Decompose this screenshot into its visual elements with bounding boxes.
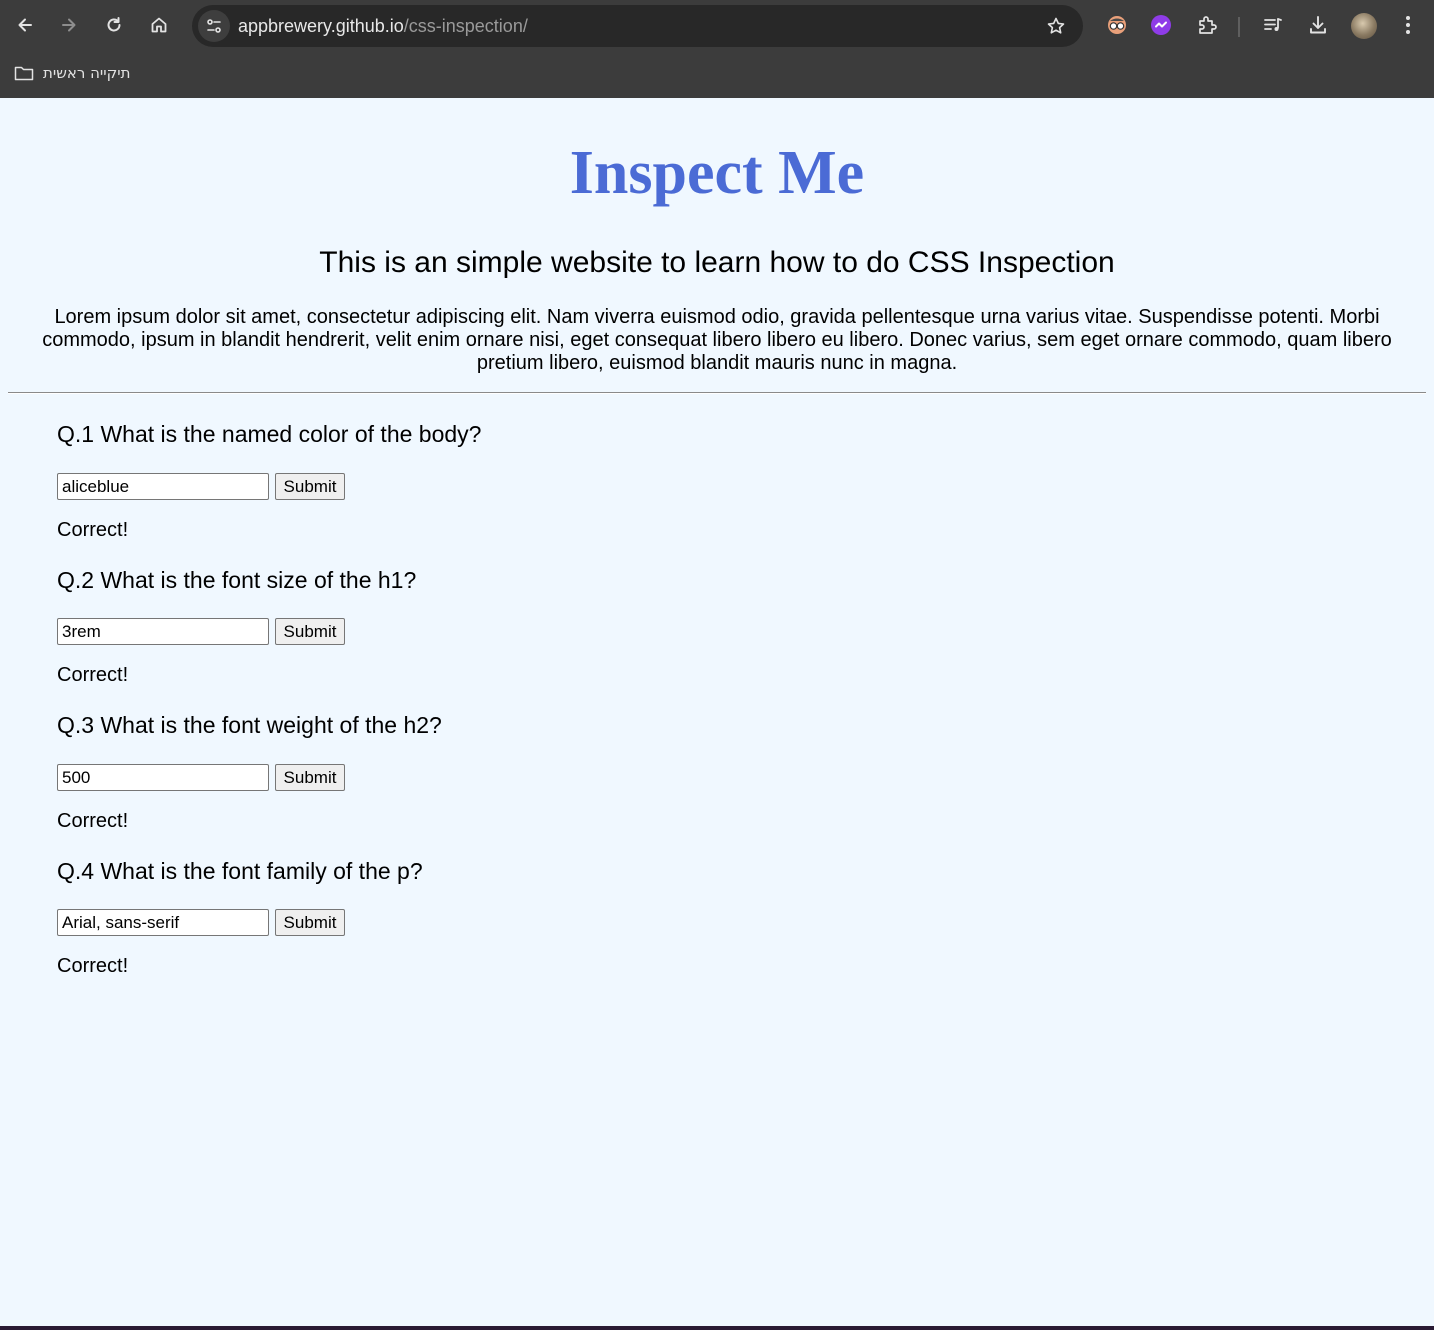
- page-subtitle: This is an simple website to learn how t…: [319, 246, 1115, 279]
- question-1-input[interactable]: [57, 473, 269, 500]
- bookmarks-bar: תיקייה ראשית: [0, 52, 1434, 98]
- question-1-submit-button[interactable]: Submit: [275, 473, 345, 500]
- folder-icon: [14, 66, 34, 81]
- extension-purple-icon[interactable]: [1144, 8, 1178, 42]
- address-bar[interactable]: appbrewery.github.io/css-inspection/: [192, 5, 1083, 47]
- url-path: /css-inspection/: [403, 16, 528, 36]
- page-title: Inspect Me: [569, 139, 865, 207]
- window-bottom-edge: [0, 1326, 1434, 1330]
- site-settings-icon[interactable]: [198, 10, 230, 42]
- question-2-label: Q.2 What is the font size of the h1?: [57, 567, 417, 593]
- question-3-submit-button[interactable]: Submit: [275, 764, 345, 791]
- home-icon[interactable]: [142, 8, 176, 42]
- question-2-result: Correct!: [57, 664, 129, 686]
- intro-paragraph: Lorem ipsum dolor sit amet, consectetur …: [42, 306, 1392, 374]
- download-icon[interactable]: [1301, 8, 1335, 42]
- question-4-result: Correct!: [57, 955, 129, 977]
- browser-toolbar: appbrewery.github.io/css-inspection/: [0, 0, 1434, 52]
- question-4-label: Q.4 What is the font family of the p?: [57, 858, 423, 884]
- question-1-result: Correct!: [57, 519, 129, 541]
- question-4-input[interactable]: [57, 909, 269, 936]
- question-1-label: Q.1 What is the named color of the body?: [57, 421, 482, 447]
- question-2-submit-button[interactable]: Submit: [275, 618, 345, 645]
- page-body: Inspect Me This is an simple website to …: [0, 98, 1434, 1326]
- url-host: appbrewery.github.io: [238, 16, 404, 36]
- reload-icon[interactable]: [97, 8, 131, 42]
- profile-avatar[interactable]: [1351, 13, 1377, 39]
- bookmark-folder[interactable]: תיקייה ראשית: [14, 62, 130, 84]
- back-icon[interactable]: [8, 8, 42, 42]
- question-3-result: Correct!: [57, 810, 129, 832]
- url-text[interactable]: appbrewery.github.io/css-inspection/: [238, 16, 528, 37]
- extension-glasses-icon[interactable]: [1100, 8, 1134, 42]
- star-icon[interactable]: [1045, 15, 1067, 37]
- browser-chrome: appbrewery.github.io/css-inspection/ תיק…: [0, 0, 1434, 98]
- question-2-input[interactable]: [57, 618, 269, 645]
- bookmark-folder-label: תיקייה ראשית: [43, 64, 131, 82]
- menu-kebab-icon[interactable]: [1391, 8, 1425, 42]
- forward-icon[interactable]: [52, 8, 86, 42]
- toolbar-separator: [1238, 17, 1240, 37]
- media-queue-icon[interactable]: [1256, 8, 1290, 42]
- question-4-submit-button[interactable]: Submit: [275, 909, 345, 936]
- question-3-label: Q.3 What is the font weight of the h2?: [57, 712, 442, 738]
- divider: [8, 392, 1426, 394]
- question-3-input[interactable]: [57, 764, 269, 791]
- extensions-puzzle-icon[interactable]: [1190, 8, 1224, 42]
